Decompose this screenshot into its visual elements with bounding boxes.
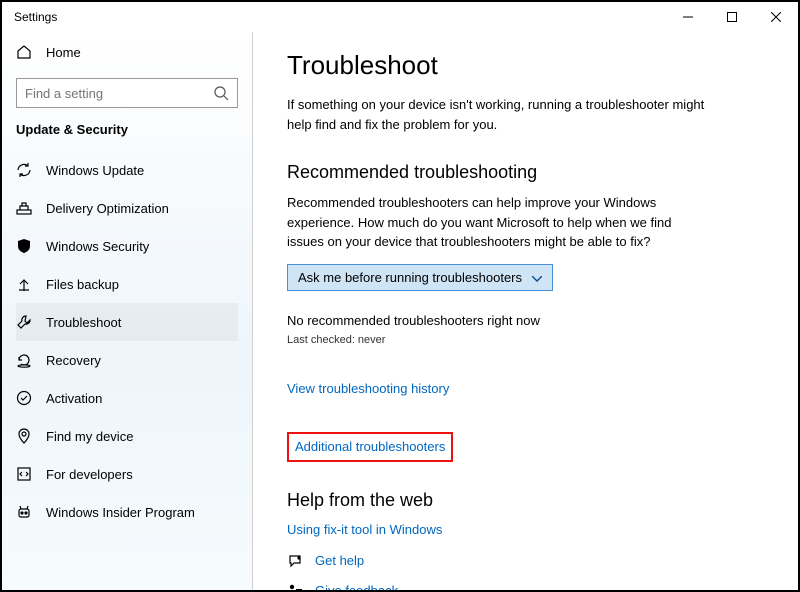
home-nav[interactable]: Home bbox=[16, 32, 238, 72]
page-title: Troubleshoot bbox=[287, 50, 762, 81]
feedback-row[interactable]: Give feedback bbox=[287, 583, 762, 591]
maximize-button[interactable] bbox=[710, 2, 754, 32]
sidebar-item-files-backup[interactable]: Files backup bbox=[16, 265, 238, 303]
shield-icon bbox=[16, 238, 32, 254]
recommended-dropdown[interactable]: Ask me before running troubleshooters bbox=[287, 264, 553, 291]
no-recommended-text: No recommended troubleshooters right now bbox=[287, 313, 762, 328]
location-icon bbox=[16, 428, 32, 444]
sidebar-item-label: Activation bbox=[46, 391, 102, 406]
sidebar-item-recovery[interactable]: Recovery bbox=[16, 341, 238, 379]
close-button[interactable] bbox=[754, 2, 798, 32]
sidebar: Home Update & Security Windows Update De… bbox=[2, 32, 252, 590]
titlebar: Settings bbox=[2, 2, 798, 32]
last-checked-text: Last checked: never bbox=[287, 334, 762, 346]
feedback-link[interactable]: Give feedback bbox=[315, 583, 398, 590]
minimize-button[interactable] bbox=[666, 2, 710, 32]
recommended-heading: Recommended troubleshooting bbox=[287, 162, 762, 183]
sidebar-item-windows-insider[interactable]: Windows Insider Program bbox=[16, 493, 238, 531]
recovery-icon bbox=[16, 352, 32, 368]
search-icon bbox=[213, 85, 229, 101]
search-box[interactable] bbox=[16, 78, 238, 108]
sidebar-item-label: Troubleshoot bbox=[46, 315, 121, 330]
sidebar-item-delivery-optimization[interactable]: Delivery Optimization bbox=[16, 189, 238, 227]
sidebar-item-label: Delivery Optimization bbox=[46, 201, 169, 216]
sidebar-item-windows-security[interactable]: Windows Security bbox=[16, 227, 238, 265]
sync-icon bbox=[16, 162, 32, 178]
fixit-link[interactable]: Using fix-it tool in Windows bbox=[287, 522, 442, 537]
sidebar-item-troubleshoot[interactable]: Troubleshoot bbox=[16, 303, 238, 341]
sidebar-item-label: Find my device bbox=[46, 429, 133, 444]
chat-icon bbox=[287, 553, 303, 569]
sidebar-item-label: Files backup bbox=[46, 277, 119, 292]
sidebar-item-label: Windows Insider Program bbox=[46, 505, 195, 520]
insider-icon bbox=[16, 504, 32, 520]
wrench-icon bbox=[16, 314, 32, 330]
sidebar-item-label: Windows Security bbox=[46, 239, 149, 254]
check-circle-icon bbox=[16, 390, 32, 406]
chevron-down-icon bbox=[532, 270, 542, 285]
developer-icon bbox=[16, 466, 32, 482]
home-label: Home bbox=[46, 45, 81, 60]
sidebar-item-label: For developers bbox=[46, 467, 133, 482]
sidebar-item-find-my-device[interactable]: Find my device bbox=[16, 417, 238, 455]
get-help-link[interactable]: Get help bbox=[315, 553, 364, 568]
sidebar-item-label: Recovery bbox=[46, 353, 101, 368]
get-help-row[interactable]: Get help bbox=[287, 553, 762, 569]
backup-icon bbox=[16, 276, 32, 292]
delivery-icon bbox=[16, 200, 32, 216]
category-heading: Update & Security bbox=[16, 122, 238, 137]
window-title: Settings bbox=[14, 10, 666, 24]
sidebar-item-activation[interactable]: Activation bbox=[16, 379, 238, 417]
sidebar-item-windows-update[interactable]: Windows Update bbox=[16, 151, 238, 189]
additional-troubleshooters-link[interactable]: Additional troubleshooters bbox=[295, 439, 445, 454]
help-heading: Help from the web bbox=[287, 490, 762, 511]
feedback-icon bbox=[287, 583, 303, 591]
recommended-description: Recommended troubleshooters can help imp… bbox=[287, 193, 707, 252]
view-history-link[interactable]: View troubleshooting history bbox=[287, 381, 449, 396]
page-intro: If something on your device isn't workin… bbox=[287, 95, 707, 134]
additional-troubleshooters-highlight: Additional troubleshooters bbox=[287, 432, 453, 462]
main-panel: Troubleshoot If something on your device… bbox=[252, 32, 798, 590]
home-icon bbox=[16, 44, 32, 60]
search-input[interactable] bbox=[25, 86, 213, 101]
sidebar-item-label: Windows Update bbox=[46, 163, 144, 178]
dropdown-value: Ask me before running troubleshooters bbox=[298, 270, 522, 285]
sidebar-item-for-developers[interactable]: For developers bbox=[16, 455, 238, 493]
